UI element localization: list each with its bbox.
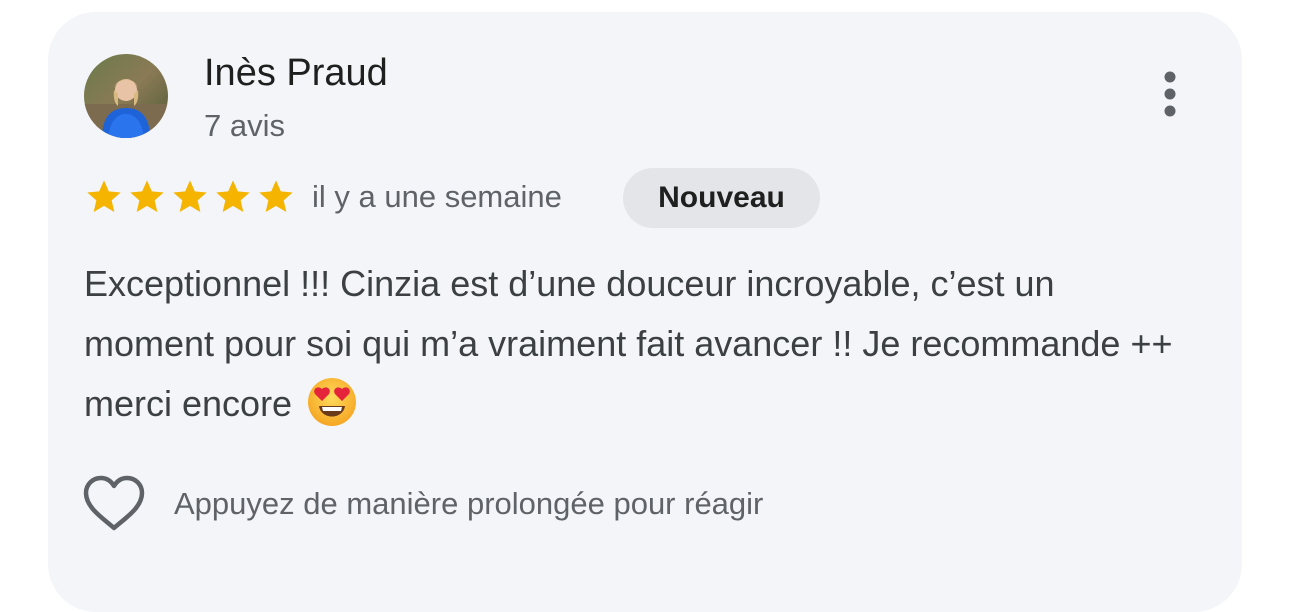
star-icon — [173, 180, 207, 212]
new-badge: Nouveau — [623, 168, 820, 228]
reaction-hint: Appuyez de manière prolongée pour réagir — [174, 486, 764, 521]
author-avatar[interactable] — [84, 54, 168, 138]
review-text: Exceptionnel !!! Cinzia est d’une douceu… — [84, 263, 1173, 424]
like-button[interactable] — [82, 474, 146, 534]
avatar-photo-icon — [84, 54, 168, 138]
review-body: Exceptionnel !!! Cinzia est d’une douceu… — [84, 254, 1194, 434]
star-icon — [259, 180, 293, 212]
star-icon — [216, 180, 250, 212]
heart-outline-icon — [83, 475, 145, 531]
star-rating — [84, 177, 296, 217]
star-icon — [87, 180, 121, 212]
author-review-count[interactable]: 7 avis — [204, 106, 285, 146]
review-date: il y a une semaine — [312, 179, 562, 214]
author-name[interactable]: Inès Praud — [204, 48, 388, 98]
more-options-button[interactable] — [1146, 68, 1194, 124]
star-icon — [130, 180, 164, 212]
more-vertical-icon — [1164, 71, 1176, 117]
heart-eyes-emoji-icon — [308, 378, 357, 427]
